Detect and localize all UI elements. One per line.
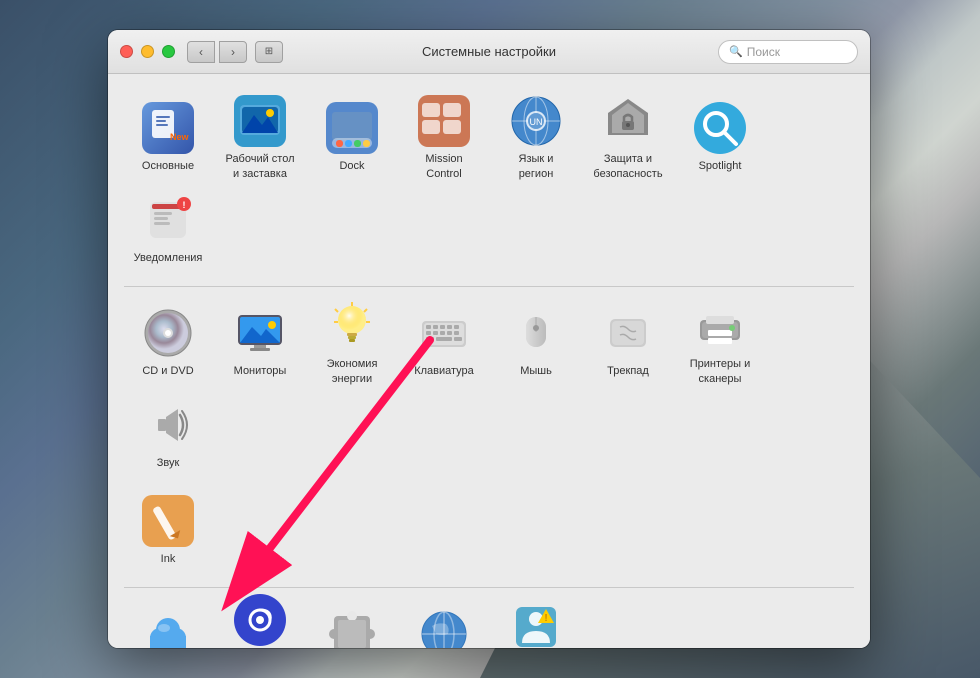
icon-img-rabochiy <box>234 95 286 147</box>
icon-item-cd-dvd[interactable]: CD и DVD <box>124 299 212 387</box>
icon-item-printery[interactable]: Принтеры исканеры <box>676 299 764 387</box>
icon-img-klaviatura <box>418 307 470 359</box>
icon-grid-internet: iCloud Учётные записиинтернета <box>124 600 854 648</box>
icon-img-obshiy: ! <box>510 601 562 648</box>
icon-label-mission: MissionControl <box>425 152 462 181</box>
icon-img-icloud <box>142 608 194 648</box>
icon-item-ink[interactable]: Ink <box>124 487 212 575</box>
icon-label-klaviatura: Клавиатура <box>414 364 474 378</box>
content-area: New Основные <box>108 74 870 648</box>
icon-img-printery <box>694 300 746 352</box>
icon-item-trekpad[interactable]: Трекпад <box>584 299 672 387</box>
icon-img-uchetnye <box>234 594 286 646</box>
icon-item-rasshireniya[interactable]: Расширения <box>308 600 396 648</box>
icon-label-monitory: Мониторы <box>234 364 287 378</box>
nav-buttons: ‹ › <box>187 41 247 63</box>
icon-label-trekpad: Трекпад <box>607 364 649 378</box>
svg-text:!: ! <box>544 613 547 624</box>
icon-item-spotlight[interactable]: Spotlight <box>676 94 764 182</box>
icon-img-trekpad <box>602 307 654 359</box>
icon-item-klaviatura[interactable]: Клавиатура <box>400 299 488 387</box>
forward-button[interactable]: › <box>219 41 247 63</box>
icon-item-uchetnye[interactable]: Учётные записиинтернета <box>216 600 304 648</box>
icon-label-spotlight: Spotlight <box>699 159 742 173</box>
window-title: Системные настройки <box>422 44 556 59</box>
icon-grid-personal: New Основные <box>124 94 854 274</box>
icon-img-monitory <box>234 307 286 359</box>
icon-label-uvedomleniya: Уведомления <box>134 251 203 265</box>
icon-img-zashita <box>602 95 654 147</box>
icon-item-zashita[interactable]: Защита ибезопасность <box>584 94 672 182</box>
svg-text:!: ! <box>183 200 186 210</box>
icon-img-uvedomleniya: ! <box>142 194 194 246</box>
icon-label-ekonomiya: Экономияэнергии <box>327 357 378 386</box>
traffic-lights <box>120 45 175 58</box>
icon-img-set <box>418 608 470 648</box>
icon-item-mysh[interactable]: Мышь <box>492 299 580 387</box>
icon-img-osnovnye: New <box>142 102 194 154</box>
icon-item-set[interactable]: Сеть <box>400 600 488 648</box>
titlebar: ‹ › ⊞ Системные настройки 🔍 Поиск <box>108 30 870 74</box>
maximize-button[interactable] <box>162 45 175 58</box>
icon-item-monitory[interactable]: Мониторы <box>216 299 304 387</box>
section-hardware: CD и DVD <box>124 299 854 479</box>
icon-item-osnovnye[interactable]: New Основные <box>124 94 212 182</box>
icon-label-mysh: Мышь <box>520 364 552 378</box>
icon-img-spotlight <box>694 102 746 154</box>
icon-img-dock <box>326 102 378 154</box>
icon-label-osnovnye: Основные <box>142 159 194 173</box>
icon-img-ink <box>142 495 194 547</box>
icon-label-dock: Dock <box>339 159 364 173</box>
section-internet: iCloud Учётные записиинтернета <box>124 600 854 648</box>
icon-item-zvuk[interactable]: Звук <box>124 391 212 479</box>
icon-label-rabochiy: Рабочий столи заставка <box>225 152 294 181</box>
icon-item-rabochiy[interactable]: Рабочий столи заставка <box>216 94 304 182</box>
icon-label-yazyk: Язык ирегион <box>519 152 554 181</box>
icon-label-zashita: Защита ибезопасность <box>593 152 662 181</box>
minimize-button[interactable] <box>141 45 154 58</box>
icon-img-mysh <box>510 307 562 359</box>
divider-1 <box>124 286 854 287</box>
icon-item-mission[interactable]: MissionControl <box>400 94 488 182</box>
icon-img-yazyk: UN <box>510 95 562 147</box>
icon-label-cd-dvd: CD и DVD <box>142 364 193 378</box>
icon-img-ekonomiya <box>326 300 378 352</box>
svg-text:New: New <box>170 132 190 142</box>
section-personal: New Основные <box>124 94 854 274</box>
icon-label-ink: Ink <box>161 552 176 566</box>
back-button[interactable]: ‹ <box>187 41 215 63</box>
section-ink: Ink <box>124 487 854 575</box>
system-preferences-window: ‹ › ⊞ Системные настройки 🔍 Поиск <box>108 30 870 648</box>
icon-img-zvuk <box>142 399 194 451</box>
icon-item-uvedomleniya[interactable]: ! Уведомления <box>124 186 212 274</box>
icon-img-cd-dvd <box>142 307 194 359</box>
icon-grid-hardware: CD и DVD <box>124 299 854 479</box>
icon-item-obshiy[interactable]: ! Общийдоступ <box>492 600 580 648</box>
search-placeholder: Поиск <box>747 45 780 59</box>
svg-text:UN: UN <box>530 117 543 127</box>
icon-label-printery: Принтеры исканеры <box>690 357 751 386</box>
divider-2 <box>124 587 854 588</box>
icon-label-zvuk: Звук <box>157 456 180 470</box>
search-box[interactable]: 🔍 Поиск <box>718 40 858 64</box>
icon-img-mission <box>418 95 470 147</box>
icon-item-dock[interactable]: Dock <box>308 94 396 182</box>
icon-item-icloud[interactable]: iCloud <box>124 600 212 648</box>
icon-img-rasshireniya <box>326 608 378 648</box>
icon-item-yazyk[interactable]: UN Язык ирегион <box>492 94 580 182</box>
icon-item-ekonomiya[interactable]: Экономияэнергии <box>308 299 396 387</box>
close-button[interactable] <box>120 45 133 58</box>
search-icon: 🔍 <box>729 45 743 58</box>
icon-grid-ink: Ink <box>124 487 854 575</box>
grid-view-button[interactable]: ⊞ <box>255 41 283 63</box>
